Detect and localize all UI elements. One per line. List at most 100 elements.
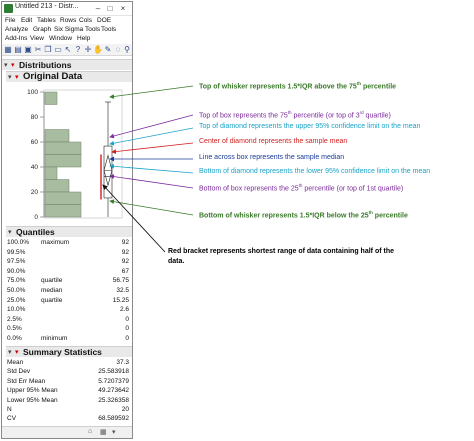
copy-icon[interactable]: ❐ bbox=[43, 45, 53, 55]
paste-icon[interactable]: ▭ bbox=[53, 45, 63, 55]
quantile-value: 92 bbox=[121, 239, 129, 246]
annotation-diamond-bottom: Bottom of diamond represents the lower 9… bbox=[199, 168, 430, 175]
menu-view[interactable]: View bbox=[30, 35, 44, 42]
annotation-text: Bottom of diamond represents the lower 9… bbox=[199, 168, 431, 175]
quantile-label: median bbox=[41, 287, 63, 294]
red-bracket-note: Red bracket represents shortest range of… bbox=[168, 247, 394, 267]
annotation-whisker-bottom: Bottom of whisker represents 1.5*IQR bel… bbox=[199, 210, 408, 219]
red-triangle-menu-icon[interactable]: ▾ bbox=[15, 348, 19, 356]
quantile-row: 75.0% quartile 56.75 bbox=[5, 277, 129, 284]
quantile-percent: 100.0% bbox=[7, 239, 30, 246]
summary-statistics-table: Mean 37.3 Std Dev 25.583918 Std Err Mean 5.72… bbox=[5, 359, 129, 425]
help-icon[interactable]: ? bbox=[73, 45, 83, 55]
menu-rows[interactable]: Rows bbox=[60, 17, 76, 24]
y-tick-label: 80 bbox=[31, 114, 39, 121]
collapse-triangle-icon[interactable]: ▾ bbox=[4, 61, 8, 69]
minimize-button[interactable]: – bbox=[93, 3, 103, 14]
menu-doe[interactable]: DOE bbox=[97, 17, 111, 24]
jmp-app-icon bbox=[4, 4, 13, 13]
quantile-percent: 10.0% bbox=[7, 306, 26, 314]
quantile-row: 25.0% quartile 15.25 bbox=[5, 297, 129, 304]
menu-help[interactable]: Help bbox=[77, 35, 90, 42]
summary-label: Mean bbox=[7, 359, 24, 366]
quantile-row: 50.0% median 32.5 bbox=[5, 287, 129, 294]
toolbar: ▦ ▤ ▣ ✂ ❐ ▭ ↖ ? ✛ ✋ ✎ ◌ ⚲ bbox=[2, 44, 132, 56]
menu-add-ins[interactable]: Add-Ins bbox=[5, 35, 27, 42]
save-icon[interactable]: ▣ bbox=[23, 45, 33, 55]
summary-row: Std Dev 25.583918 bbox=[5, 368, 129, 375]
menu-tables[interactable]: Tables bbox=[37, 17, 56, 24]
new-table-icon[interactable]: ▦ bbox=[3, 45, 13, 55]
summary-label: N bbox=[7, 406, 12, 413]
annotation-text: percentile (or top of 3 bbox=[291, 112, 360, 120]
distribution-plot: 100 80 60 40 20 0 bbox=[2, 84, 132, 224]
summary-row: Upper 95% Mean 49.273642 bbox=[5, 387, 129, 394]
annotation-text: Bottom of box represents the 25 bbox=[199, 185, 299, 193]
original-data-header[interactable]: ▾ ▾ Original Data bbox=[6, 71, 132, 82]
annotation-text: Line across box represents the sample me… bbox=[199, 154, 345, 161]
annotation-text: Top of whisker represents 1.5*IQR above … bbox=[199, 83, 357, 91]
crosshair-icon[interactable]: ✛ bbox=[83, 45, 93, 55]
original-data-title: Original Data bbox=[23, 71, 83, 82]
annotation-whisker-top: Top of whisker represents 1.5*IQR above … bbox=[199, 81, 396, 90]
grid-icon[interactable]: ▦ bbox=[100, 428, 107, 436]
jmp-window: Untitled 213 - Distr... – □ × File Edit … bbox=[1, 1, 133, 439]
menu-tools[interactable]: Tools bbox=[101, 26, 116, 33]
quantile-percent: 75.0% bbox=[7, 277, 26, 285]
summary-label: Std Err Mean bbox=[7, 377, 46, 385]
menu-edit[interactable]: Edit bbox=[21, 17, 32, 24]
histogram-bar bbox=[44, 179, 70, 193]
summary-label: Upper 95% Mean bbox=[7, 387, 58, 395]
home-icon[interactable]: ⌂ bbox=[88, 428, 92, 435]
arrow-select-icon[interactable]: ↖ bbox=[63, 45, 73, 55]
zoom-icon[interactable]: ⚲ bbox=[122, 45, 132, 55]
y-tick-label: 20 bbox=[31, 189, 39, 196]
cut-icon[interactable]: ✂ bbox=[33, 45, 43, 55]
collapse-triangle-icon[interactable]: ▾ bbox=[8, 228, 12, 236]
dropdown-icon[interactable]: ▾ bbox=[112, 428, 116, 436]
annotation-text: percentile bbox=[372, 212, 408, 220]
summary-value: 25.583918 bbox=[98, 368, 129, 376]
hand-icon[interactable]: ✋ bbox=[93, 45, 103, 55]
summary-value: 20 bbox=[121, 406, 129, 413]
status-bar: ⌂ ▦ ▾ bbox=[2, 426, 132, 438]
annotation-text: quartile) bbox=[363, 112, 391, 120]
menu-six-sigma-tools[interactable]: Six Sigma Tools bbox=[54, 26, 100, 33]
quantiles-title: Quantiles bbox=[16, 227, 55, 237]
quantile-value: 15.25 bbox=[112, 296, 129, 304]
menu-cols[interactable]: Cols bbox=[79, 17, 92, 24]
brush-icon[interactable]: ✎ bbox=[103, 45, 113, 55]
maximize-button[interactable]: □ bbox=[105, 3, 115, 14]
red-triangle-menu-icon[interactable]: ▾ bbox=[15, 73, 19, 81]
summary-value: 49.273642 bbox=[98, 387, 129, 395]
quartile-box bbox=[103, 145, 113, 199]
quantile-row: 2.5% 0 bbox=[5, 316, 129, 323]
collapse-triangle-icon[interactable]: ▾ bbox=[8, 73, 12, 81]
summary-value: 37.3 bbox=[116, 359, 129, 366]
close-button[interactable]: × bbox=[118, 3, 128, 14]
annotation-text: Center of diamond represents the sample … bbox=[199, 138, 348, 145]
summary-value: 68.589592 bbox=[98, 415, 129, 423]
summary-row: CV 68.589592 bbox=[5, 415, 129, 422]
quantile-percent: 25.0% bbox=[7, 296, 26, 304]
histogram-bar bbox=[44, 191, 82, 205]
y-axis: 100 80 60 40 20 0 bbox=[27, 89, 45, 221]
annotation-diamond-top: Top of diamond represents the upper 95% … bbox=[199, 123, 420, 130]
quantile-value: 56.75 bbox=[112, 277, 129, 285]
menu-file[interactable]: File bbox=[5, 17, 15, 24]
quantiles-header[interactable]: ▾ Quantiles bbox=[6, 226, 132, 237]
menu-analyze[interactable]: Analyze bbox=[5, 26, 28, 33]
quantile-value: 0 bbox=[125, 325, 129, 333]
menu-window[interactable]: Window bbox=[49, 35, 72, 42]
summary-label: Std Dev bbox=[7, 368, 31, 376]
open-folder-icon[interactable]: ▤ bbox=[13, 45, 23, 55]
summary-statistics-header[interactable]: ▾ ▾ Summary Statistics bbox=[6, 346, 132, 357]
distributions-header[interactable]: ▾ ▾ Distributions bbox=[2, 59, 132, 70]
red-triangle-menu-icon[interactable]: ▾ bbox=[11, 61, 15, 69]
menu-graph[interactable]: Graph bbox=[33, 26, 51, 33]
collapse-triangle-icon[interactable]: ▾ bbox=[8, 348, 12, 356]
summary-row: Lower 95% Mean 25.326358 bbox=[5, 397, 129, 404]
quantile-label: maximum bbox=[41, 239, 70, 246]
quantile-label: quartile bbox=[41, 296, 63, 304]
annotation-text: percentile (or top of 1st quartile) bbox=[302, 185, 404, 193]
